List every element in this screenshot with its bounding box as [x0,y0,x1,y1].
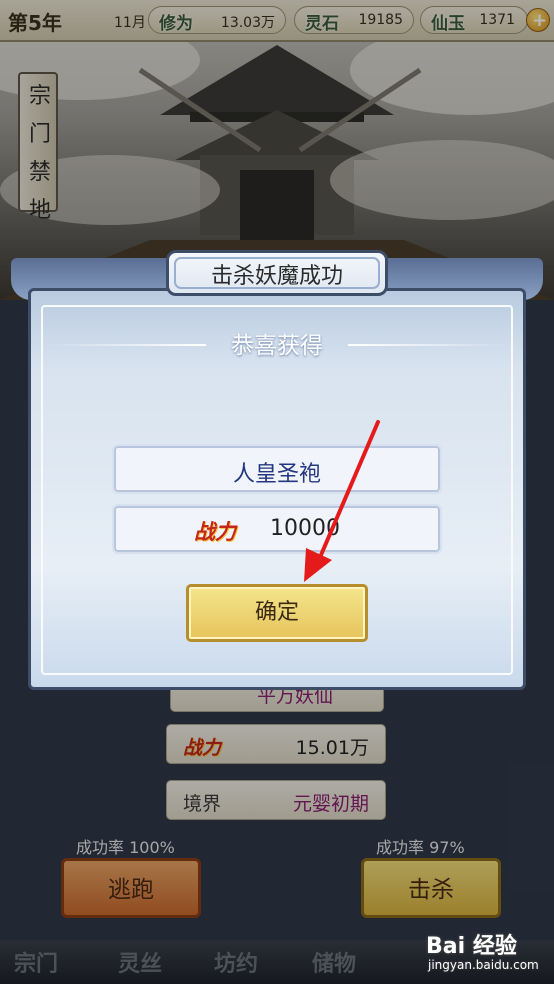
red-arrow-annotation [304,420,380,582]
watermark-brand: Bai 经验 [426,934,517,959]
baidu-watermark: Bai 经验 jingyan.baidu.com [426,922,554,984]
watermark-url: jingyan.baidu.com [428,958,539,972]
